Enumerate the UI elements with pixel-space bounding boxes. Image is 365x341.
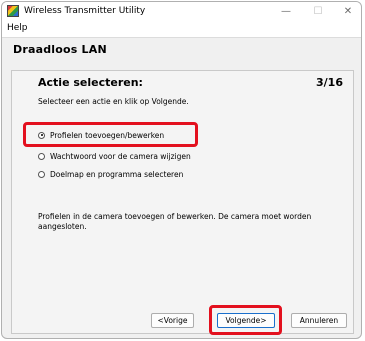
window-title: Wireless Transmitter Utility: [24, 6, 146, 16]
close-button[interactable]: ✕: [334, 2, 361, 21]
option-description: Profielen in de camera toevoegen of bewe…: [38, 212, 312, 231]
page-title: Draadloos LAN: [13, 43, 107, 56]
radio-icon[interactable]: [38, 152, 45, 160]
menu-bar: Help: [2, 21, 361, 38]
minimize-button[interactable]: —: [272, 2, 300, 21]
app-window: Wireless Transmitter Utility — ☐ ✕ Help …: [1, 1, 362, 339]
option-profiles[interactable]: Profielen toevoegen/bewerken: [38, 129, 164, 141]
radio-icon[interactable]: [38, 170, 45, 178]
cancel-button[interactable]: Annuleren: [291, 313, 347, 328]
radio-selected-icon[interactable]: [38, 131, 45, 139]
menu-item-help[interactable]: Help: [7, 22, 28, 35]
maximize-button[interactable]: ☐: [304, 2, 332, 21]
title-bar: Wireless Transmitter Utility — ☐ ✕: [2, 2, 361, 21]
previous-button[interactable]: <Vorige: [151, 313, 194, 328]
option-label: Doelmap en programma selecteren: [50, 169, 184, 179]
option-label: Profielen toevoegen/bewerken: [50, 130, 165, 140]
panel-heading: Actie selecteren:: [38, 76, 143, 89]
step-counter: 3/16: [316, 76, 343, 89]
option-label: Wachtwoord voor de camera wijzigen: [50, 151, 191, 161]
wizard-panel: Actie selecteren: 3/16 Selecteer een act…: [11, 70, 354, 335]
instruction-text: Selecteer een actie en klik op Volgende.: [38, 97, 189, 106]
option-password[interactable]: Wachtwoord voor de camera wijzigen: [38, 150, 191, 162]
page-header: Draadloos LAN: [2, 38, 361, 63]
next-button[interactable]: Volgende>: [217, 313, 275, 328]
app-icon: [7, 5, 19, 17]
option-destination[interactable]: Doelmap en programma selecteren: [38, 168, 183, 180]
